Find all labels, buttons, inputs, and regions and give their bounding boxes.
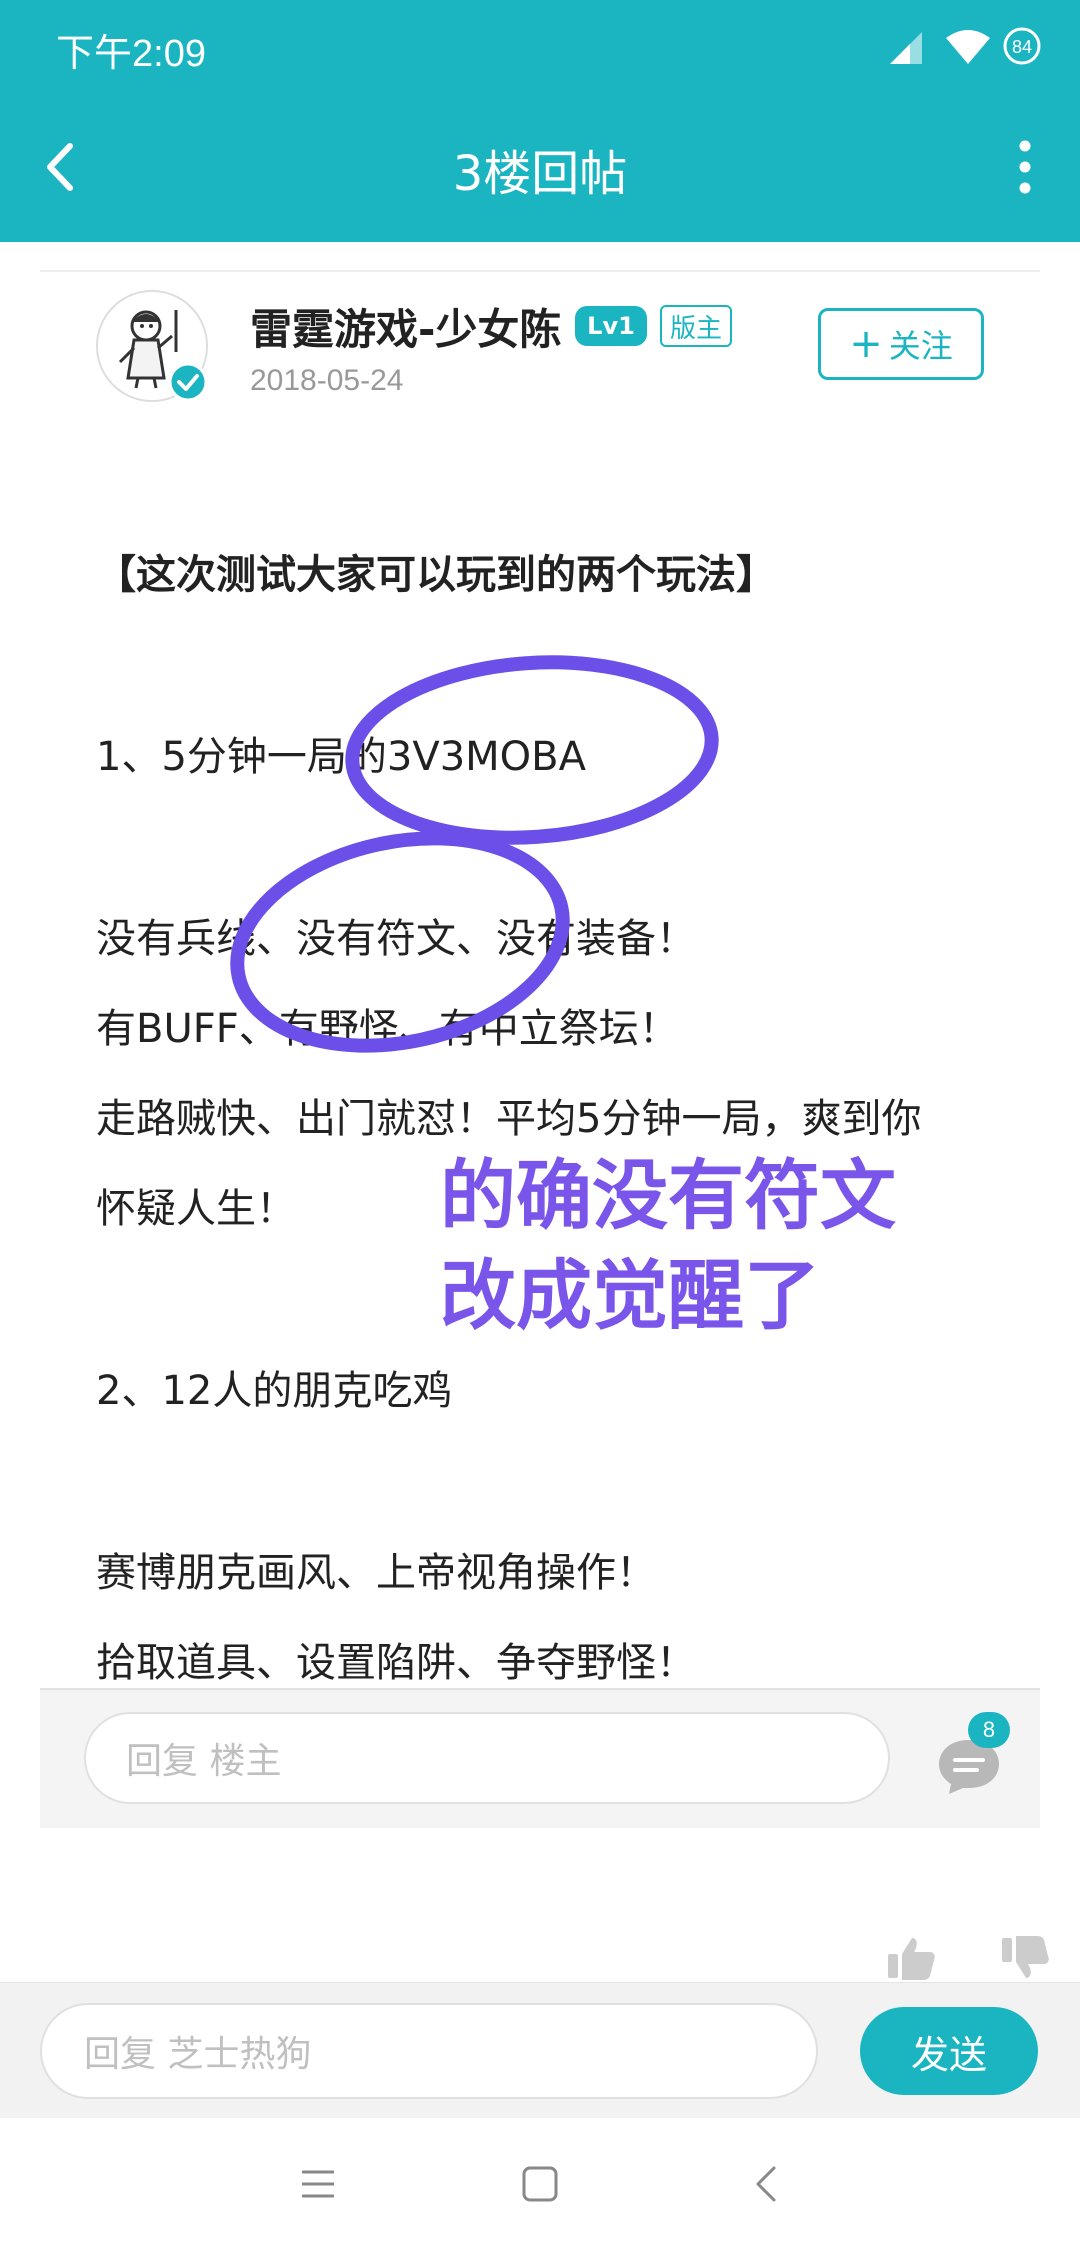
verified-badge-icon xyxy=(168,362,208,402)
app-bar: 3楼回帖 xyxy=(0,92,1080,242)
post-line: 赛博朋克画风、上帝视角操作！ xyxy=(96,1550,656,1596)
thumbs-down-icon[interactable] xyxy=(1000,1936,1052,1980)
post-line: 没有兵线、没有符文、没有装备！ xyxy=(96,916,696,962)
wifi-icon xyxy=(946,30,990,64)
divider xyxy=(40,270,1040,272)
svg-text:84: 84 xyxy=(1012,37,1032,57)
more-vertical-icon[interactable] xyxy=(1000,132,1050,202)
menu-icon[interactable] xyxy=(296,2162,340,2206)
send-button[interactable]: 发送 xyxy=(860,2007,1038,2095)
post-line: 1、5分钟一局的3V3MOBA xyxy=(96,734,586,780)
annotation-text: 的确没有符文 改成觉醒了 xyxy=(440,1146,960,1346)
post-date: 2018-05-24 xyxy=(250,364,404,397)
system-nav-bar xyxy=(0,2118,1080,2248)
level-badge: Lv1 xyxy=(575,306,647,346)
post-line: 2、12人的朋克吃鸡 xyxy=(96,1368,453,1414)
moderator-badge: 版主 xyxy=(660,305,732,347)
plus-icon: + xyxy=(849,321,883,367)
follow-label: 关注 xyxy=(888,327,953,365)
back-icon[interactable] xyxy=(746,2162,790,2206)
reply-input[interactable]: 回复 楼主 xyxy=(84,1712,890,1804)
status-icons: 84 xyxy=(890,27,1041,65)
battery-icon: 84 xyxy=(1003,27,1041,65)
reply-area: 回复 楼主 8 xyxy=(40,1688,1040,1828)
follow-button[interactable]: + 关注 xyxy=(818,308,984,380)
author-name[interactable]: 雷霆游戏-少女陈 xyxy=(250,296,561,357)
post-line: 有BUFF、有野怪、有中立祭坛！ xyxy=(96,1006,679,1052)
status-bar: 下午2:09 84 xyxy=(0,0,1080,92)
post-heading: 【这次测试大家可以玩到的两个玩法】 xyxy=(96,552,776,598)
annotation-line: 的确没有符文 xyxy=(440,1151,896,1240)
thumbs-up-icon[interactable] xyxy=(886,1936,938,1980)
post-content: 【这次测试大家可以玩到的两个玩法】 1、5分钟一局的3V3MOBA 没有兵线、没… xyxy=(96,530,1016,1685)
comment-count-badge: 8 xyxy=(968,1712,1010,1748)
home-icon[interactable] xyxy=(518,2162,562,2206)
bottom-reply-input[interactable]: 回复 芝士热狗 xyxy=(40,2003,818,2099)
bottom-reply-bar: 回复 芝士热狗 发送 xyxy=(0,1982,1080,2118)
page-title: 3楼回帖 xyxy=(452,146,628,202)
annotation-line: 改成觉醒了 xyxy=(440,1251,820,1340)
post-line: 拾取道具、设置陷阱、争夺野怪！ xyxy=(96,1640,696,1685)
signal-icon xyxy=(890,32,922,64)
status-time: 下午2:09 xyxy=(56,33,206,75)
